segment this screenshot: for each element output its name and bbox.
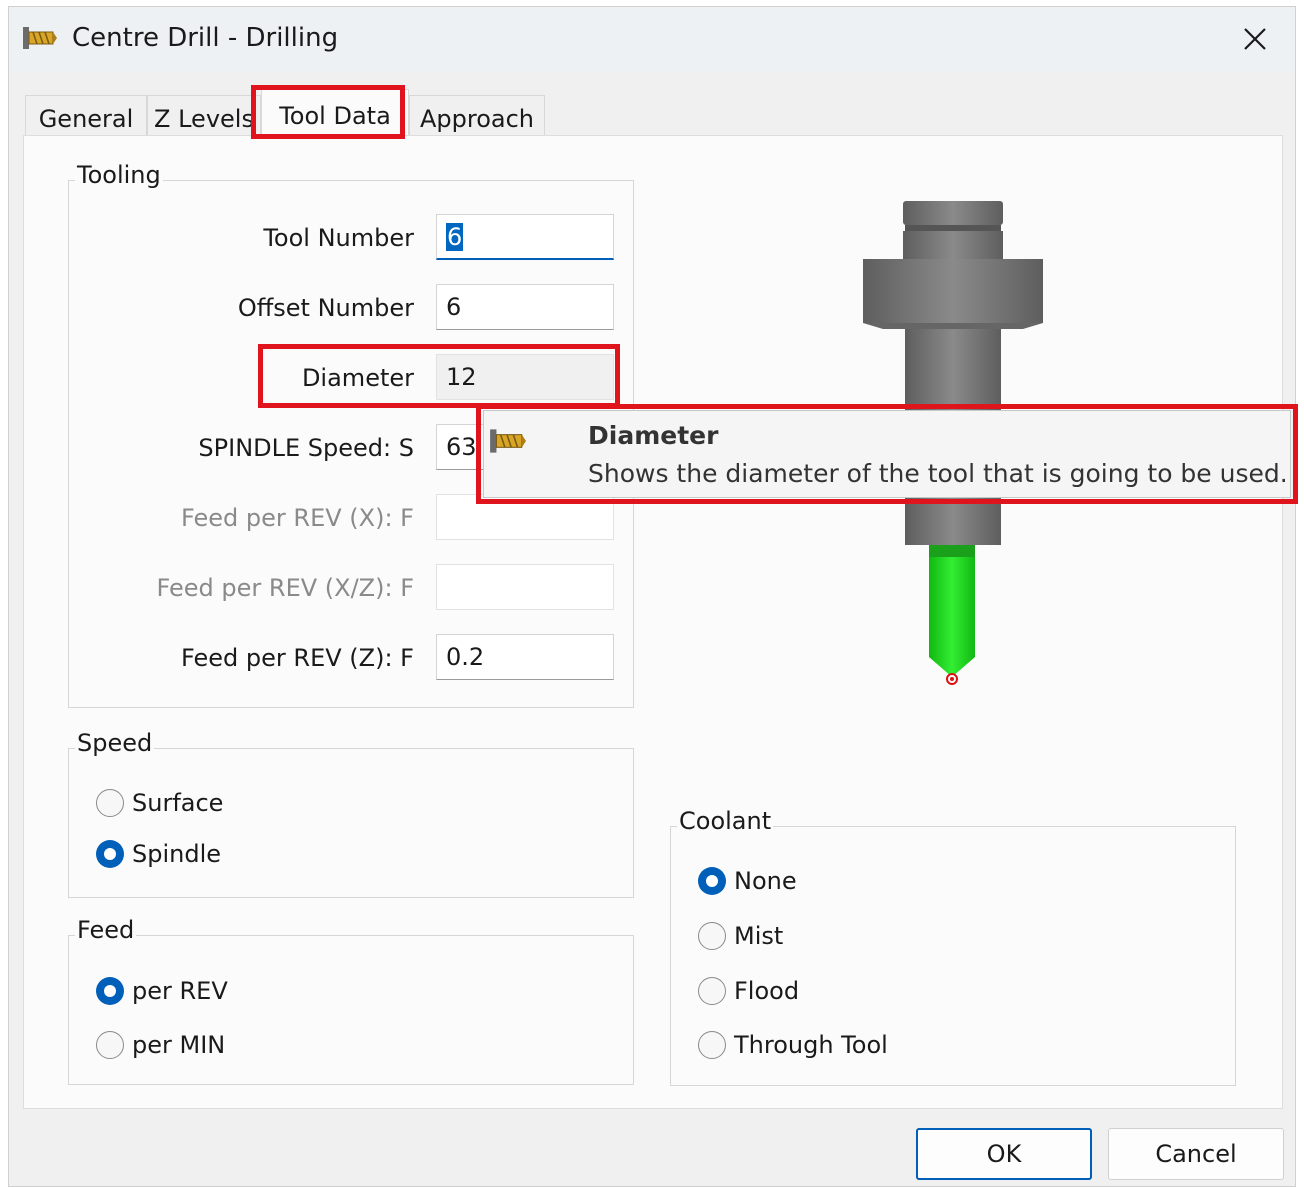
feed-per-rev-z-input[interactable]: 0.2 bbox=[436, 634, 614, 680]
radio-indicator bbox=[96, 1031, 124, 1059]
feed-per-rev-xz-input bbox=[436, 564, 614, 610]
speed-group-title: Speed bbox=[75, 729, 155, 757]
coolant-none-radio[interactable]: None bbox=[698, 864, 797, 898]
speed-surface-radio[interactable]: Surface bbox=[96, 786, 223, 820]
feed-per-rev-z-label: Feed per REV (Z): F bbox=[181, 644, 414, 672]
feed-per-rev-x-input bbox=[436, 494, 614, 540]
tooltip-text: Shows the diameter of the tool that is g… bbox=[588, 459, 1288, 488]
radio-indicator bbox=[96, 840, 124, 868]
radio-indicator bbox=[96, 977, 124, 1005]
feed-per-rev-xz-label: Feed per REV (X/Z): F bbox=[156, 574, 414, 602]
feed-per-rev-x-label: Feed per REV (X): F bbox=[181, 504, 414, 532]
coolant-flood-radio[interactable]: Flood bbox=[698, 974, 799, 1008]
window-title: Centre Drill - Drilling bbox=[72, 23, 339, 53]
offset-number-label: Offset Number bbox=[237, 294, 414, 322]
ok-button[interactable]: OK bbox=[916, 1128, 1092, 1180]
tool-number-input[interactable]: 6 bbox=[436, 214, 614, 260]
tab-tool-data[interactable]: Tool Data bbox=[261, 89, 409, 141]
radio-indicator bbox=[698, 977, 726, 1005]
coolant-group-title: Coolant bbox=[677, 807, 774, 835]
feed-per-min-radio[interactable]: per MIN bbox=[96, 1028, 225, 1062]
feed-group-title: Feed bbox=[75, 916, 137, 944]
speed-group: Speed bbox=[68, 729, 634, 898]
drill-tool-icon bbox=[490, 429, 526, 453]
coolant-through-tool-radio[interactable]: Through Tool bbox=[698, 1028, 888, 1062]
dialog-window: Centre Drill - Drilling General Z Levels… bbox=[8, 6, 1296, 1187]
tool-number-label: Tool Number bbox=[263, 224, 414, 252]
close-icon[interactable] bbox=[1237, 21, 1273, 57]
tooling-group-title: Tooling bbox=[75, 161, 163, 189]
title-bar: Centre Drill - Drilling bbox=[9, 7, 1295, 73]
cancel-button[interactable]: Cancel bbox=[1108, 1128, 1284, 1180]
radio-indicator bbox=[698, 1031, 726, 1059]
speed-spindle-radio[interactable]: Spindle bbox=[96, 837, 221, 871]
tooltip-title: Diameter bbox=[588, 421, 719, 450]
radio-indicator bbox=[698, 867, 726, 895]
diameter-input[interactable]: 12 bbox=[436, 354, 614, 400]
coolant-mist-radio[interactable]: Mist bbox=[698, 919, 783, 953]
radio-indicator bbox=[698, 922, 726, 950]
offset-number-input[interactable]: 6 bbox=[436, 284, 614, 330]
tool-data-panel: Tooling Tool Number 6 Offset Number 6 Di… bbox=[23, 135, 1283, 1109]
radio-indicator bbox=[96, 789, 124, 817]
diameter-tooltip: Diameter Shows the diameter of the tool … bbox=[483, 410, 1291, 498]
feed-group: Feed bbox=[68, 916, 634, 1085]
spindle-speed-label: SPINDLE Speed: S bbox=[198, 434, 414, 462]
diameter-label: Diameter bbox=[301, 364, 414, 392]
feed-per-rev-radio[interactable]: per REV bbox=[96, 974, 228, 1008]
drill-tool-icon bbox=[23, 27, 57, 49]
